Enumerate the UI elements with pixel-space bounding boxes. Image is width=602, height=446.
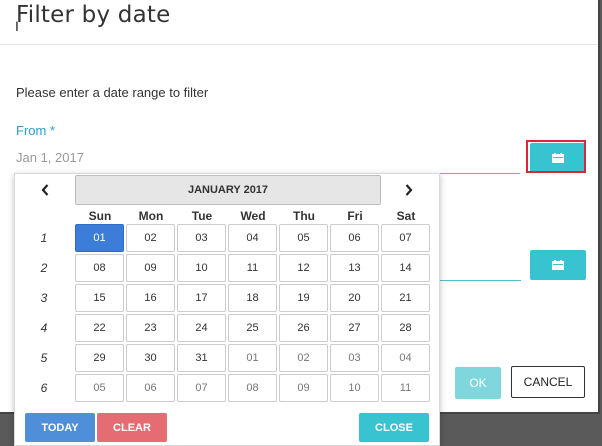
- day-cell[interactable]: 09: [279, 374, 328, 402]
- day-cell[interactable]: 15: [75, 284, 124, 312]
- day-cell[interactable]: 06: [330, 224, 379, 252]
- day-of-week-header: Mon: [138, 209, 164, 223]
- day-cell[interactable]: 13: [330, 254, 379, 282]
- day-cell[interactable]: 10: [330, 374, 379, 402]
- day-cell[interactable]: 27: [330, 314, 379, 342]
- day-cell[interactable]: 31: [177, 344, 226, 372]
- day-of-week-header: Sat: [396, 209, 416, 223]
- day-cell[interactable]: 25: [228, 314, 277, 342]
- day-cell[interactable]: 05: [75, 374, 124, 402]
- week-number: 4: [40, 321, 48, 335]
- datepicker-popup: JANUARY 2017 Sun Mon Tue Wed Thu Fri Sat 1 01 02…: [14, 173, 440, 446]
- day-cell[interactable]: 28: [381, 314, 430, 342]
- day-cell[interactable]: 19: [279, 284, 328, 312]
- day-cell[interactable]: 03: [177, 224, 226, 252]
- day-cell[interactable]: 01: [228, 344, 277, 372]
- dialog-title: Filter by date: [16, 2, 171, 28]
- week-number: 2: [40, 261, 48, 275]
- day-cell[interactable]: 20: [330, 284, 379, 312]
- to-calendar-button[interactable]: [530, 250, 586, 280]
- day-cell[interactable]: 10: [177, 254, 226, 282]
- day-cell[interactable]: 14: [381, 254, 430, 282]
- day-cell[interactable]: 08: [75, 254, 124, 282]
- to-input-underline: [437, 280, 521, 281]
- text-cursor-icon: I: [15, 18, 19, 34]
- day-cell[interactable]: 22: [75, 314, 124, 342]
- prev-month-button[interactable]: [17, 178, 73, 206]
- next-month-button[interactable]: [381, 178, 437, 206]
- day-cell[interactable]: 17: [177, 284, 226, 312]
- from-date-input[interactable]: Jan 1, 2017: [16, 150, 84, 165]
- chevron-left-icon: [41, 183, 49, 201]
- highlight-annotation: [526, 140, 586, 173]
- day-cell[interactable]: 16: [126, 284, 175, 312]
- close-button[interactable]: CLOSE: [359, 413, 429, 442]
- day-of-week-header: Tue: [191, 209, 213, 223]
- chevron-right-icon: [405, 183, 413, 201]
- day-cell[interactable]: 11: [381, 374, 430, 402]
- day-cell[interactable]: 18: [228, 284, 277, 312]
- instructions-text: Please enter a date range to filter: [16, 85, 209, 100]
- dialog-header: Filter by date I: [0, 0, 598, 45]
- from-label: From *: [16, 123, 55, 138]
- month-title-button[interactable]: JANUARY 2017: [75, 175, 381, 205]
- day-cell-selected[interactable]: 01: [75, 224, 124, 252]
- day-of-week-header: Fri: [347, 209, 363, 223]
- week-number: 3: [40, 291, 48, 305]
- day-cell[interactable]: 02: [279, 344, 328, 372]
- day-cell[interactable]: 11: [228, 254, 277, 282]
- day-cell[interactable]: 21: [381, 284, 430, 312]
- day-cell[interactable]: 06: [126, 374, 175, 402]
- day-cell[interactable]: 12: [279, 254, 328, 282]
- day-cell[interactable]: 03: [330, 344, 379, 372]
- day-cell[interactable]: 04: [228, 224, 277, 252]
- day-cell[interactable]: 02: [126, 224, 175, 252]
- cancel-button[interactable]: CANCEL: [511, 366, 585, 398]
- day-cell[interactable]: 04: [381, 344, 430, 372]
- day-cell[interactable]: 26: [279, 314, 328, 342]
- week-number: 6: [40, 381, 48, 395]
- day-cell[interactable]: 07: [177, 374, 226, 402]
- clear-button[interactable]: CLEAR: [97, 413, 167, 442]
- day-cell[interactable]: 29: [75, 344, 124, 372]
- day-of-week-header: Thu: [293, 209, 315, 223]
- ok-button[interactable]: OK: [455, 367, 501, 399]
- day-of-week-header: Wed: [240, 209, 266, 223]
- day-cell[interactable]: 07: [381, 224, 430, 252]
- calendar-icon: [552, 260, 564, 270]
- day-cell[interactable]: 05: [279, 224, 328, 252]
- day-of-week-header: Sun: [88, 209, 112, 223]
- day-cell[interactable]: 09: [126, 254, 175, 282]
- week-number: 5: [40, 351, 48, 365]
- today-button[interactable]: TODAY: [25, 413, 95, 442]
- week-number: 1: [40, 231, 48, 245]
- day-cell[interactable]: 08: [228, 374, 277, 402]
- day-cell[interactable]: 23: [126, 314, 175, 342]
- day-cell[interactable]: 30: [126, 344, 175, 372]
- day-cell[interactable]: 24: [177, 314, 226, 342]
